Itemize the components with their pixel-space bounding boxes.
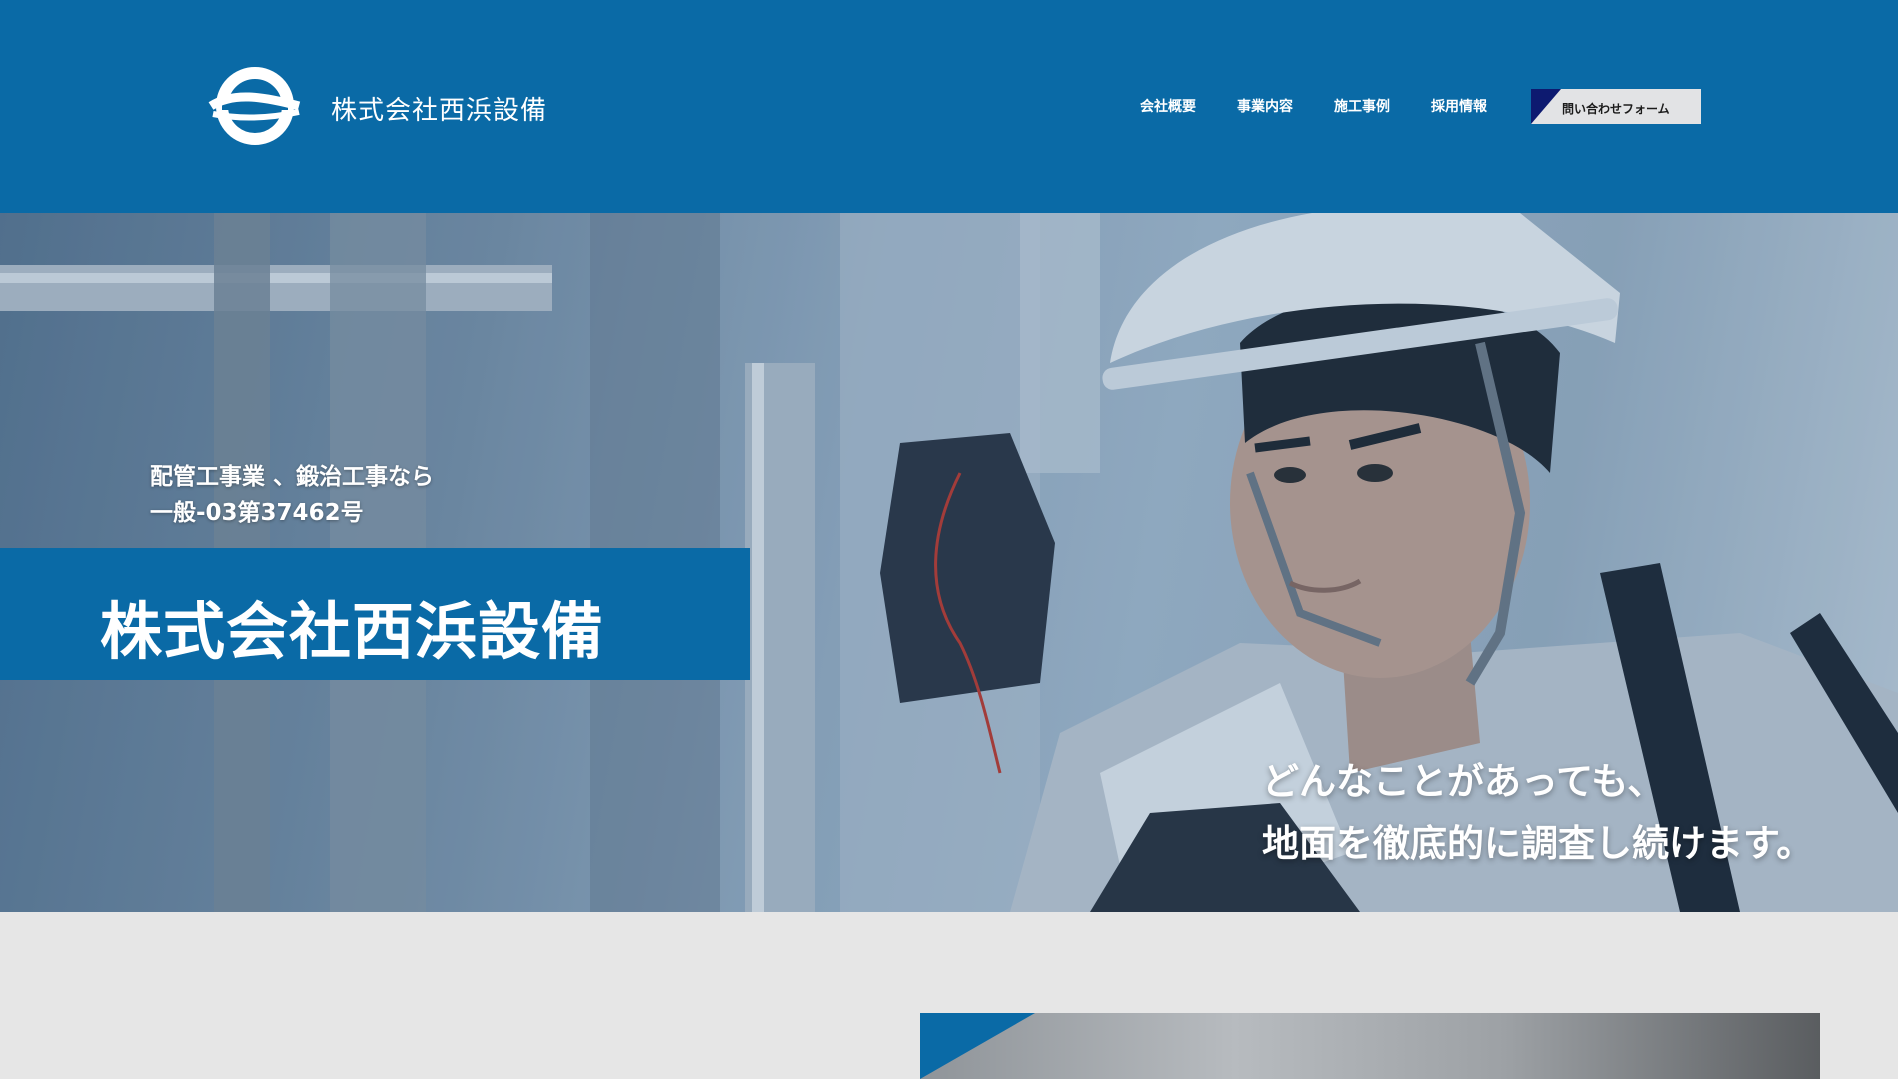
hero-title: 株式会社西浜設備 xyxy=(100,595,605,668)
nav-item-recruit[interactable]: 採用情報 xyxy=(1431,96,1487,116)
site-header: 株式会社西浜設備 会社概要 事業内容 施工事例 採用情報 問い合わせフォーム xyxy=(0,0,1898,213)
hero-catch-line2: 地面を徹底的に調査し続けます。 xyxy=(1262,822,1814,865)
contact-form-button[interactable]: 問い合わせフォーム xyxy=(1531,89,1701,124)
hero-tagline-line2: 一般-03第37462号 xyxy=(150,500,364,526)
hero-catch-line1: どんなことがあっても、 xyxy=(1262,760,1665,803)
hero-catchphrase: どんなことがあっても、 地面を徹底的に調査し続けます。 xyxy=(1262,751,1813,875)
nav-item-business[interactable]: 事業内容 xyxy=(1237,96,1293,116)
hero-tagline: 配管工事業 、鍛治工事なら 一般-03第37462号 xyxy=(150,459,434,531)
button-corner-accent xyxy=(1531,89,1561,124)
feature-image-corner-accent xyxy=(920,1013,1035,1079)
nav-item-works[interactable]: 施工事例 xyxy=(1334,96,1390,116)
hero-tagline-line1: 配管工事業 、鍛治工事なら xyxy=(150,464,435,490)
header-company-name[interactable]: 株式会社西浜設備 xyxy=(331,90,547,127)
main-nav: 会社概要 事業内容 施工事例 採用情報 xyxy=(1140,96,1487,116)
section-feature-image xyxy=(920,1013,1820,1079)
hero-section: 配管工事業 、鍛治工事なら 一般-03第37462号 株式会社西浜設備 どんなこ… xyxy=(0,213,1898,912)
contact-form-label: 問い合わせフォーム xyxy=(1562,102,1670,116)
hero-title-band: 株式会社西浜設備 xyxy=(0,548,750,680)
nav-item-company-profile[interactable]: 会社概要 xyxy=(1140,96,1196,116)
company-logo-icon[interactable] xyxy=(199,64,311,148)
